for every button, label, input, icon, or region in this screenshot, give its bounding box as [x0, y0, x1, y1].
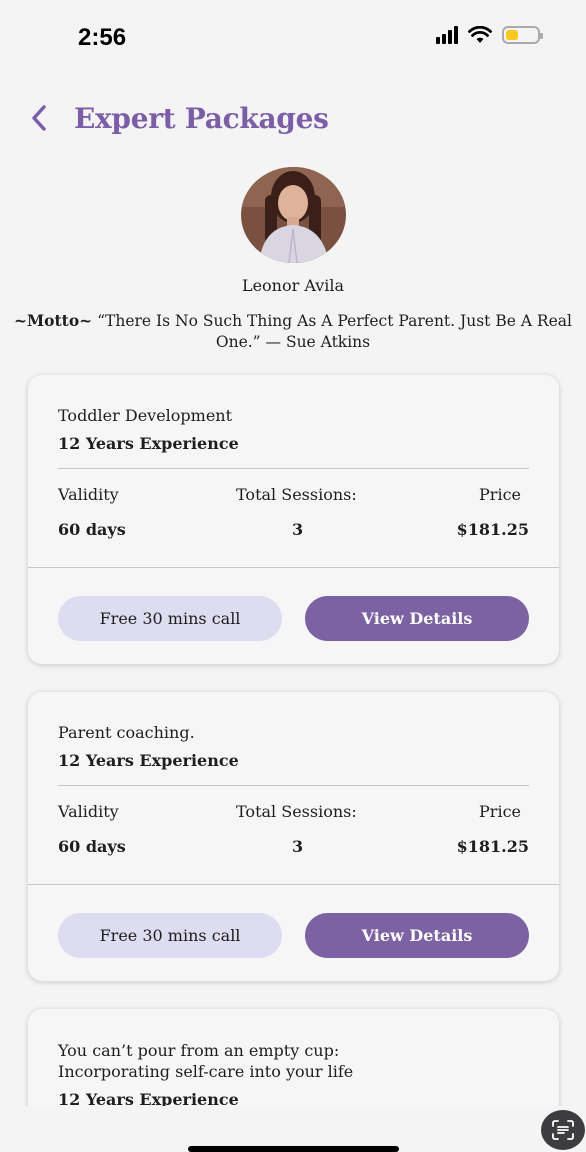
scan-text-icon: [552, 1120, 574, 1140]
free-call-button[interactable]: Free 30 mins call: [58, 596, 282, 641]
validity-value: 60 days: [58, 837, 126, 856]
back-button[interactable]: [28, 98, 58, 138]
divider: [58, 785, 529, 786]
sessions-value: 3: [292, 837, 304, 856]
view-details-button[interactable]: View Details: [305, 596, 529, 641]
package-card[interactable]: Toddler Development 12 Years Experience …: [28, 375, 559, 664]
package-title-line-2: Incorporating self-care into your life: [58, 1062, 354, 1081]
package-experience: 12 Years Experience: [58, 434, 239, 453]
validity-label: Validity: [58, 802, 119, 821]
motto-text: “There Is No Such Thing As A Perfect Par…: [92, 312, 572, 351]
sessions-value: 3: [292, 520, 304, 539]
free-call-button[interactable]: Free 30 mins call: [58, 913, 282, 958]
package-title: Parent coaching.: [58, 723, 195, 742]
view-details-button[interactable]: View Details: [305, 913, 529, 958]
status-time: 2:56: [78, 24, 127, 51]
status-bar: 2:56: [0, 0, 586, 80]
package-title-line-1: You can’t pour from an empty cup:: [58, 1041, 340, 1060]
price-label: Price: [479, 485, 521, 504]
sessions-label: Total Sessions:: [236, 802, 357, 821]
expert-name: Leonor Avila: [241, 276, 345, 295]
package-title: Toddler Development: [58, 406, 233, 425]
package-experience: 12 Years Experience: [58, 751, 239, 770]
price-value: $181.25: [456, 837, 529, 856]
validity-label: Validity: [58, 485, 119, 504]
scan-text-button[interactable]: [541, 1110, 585, 1150]
divider: [28, 884, 559, 885]
page-title: Expert Packages: [74, 101, 329, 135]
battery-icon: [502, 26, 543, 44]
wifi-icon: [468, 26, 492, 43]
expert-motto: ~Motto~ “There Is No Such Thing As A Per…: [0, 310, 586, 353]
home-indicator[interactable]: [188, 1146, 399, 1152]
header: Expert Packages: [28, 98, 329, 138]
validity-value: 60 days: [58, 520, 126, 539]
package-card[interactable]: Parent coaching. 12 Years Experience Val…: [28, 692, 559, 981]
divider: [28, 567, 559, 568]
divider: [58, 468, 529, 469]
motto-label: ~Motto~: [14, 311, 93, 330]
price-value: $181.25: [456, 520, 529, 539]
signal-icon: [436, 26, 458, 44]
status-icons: [436, 26, 543, 44]
sessions-label: Total Sessions:: [236, 485, 357, 504]
expert-avatar: [241, 167, 346, 263]
price-label: Price: [479, 802, 521, 821]
back-chevron-icon: [32, 105, 46, 131]
